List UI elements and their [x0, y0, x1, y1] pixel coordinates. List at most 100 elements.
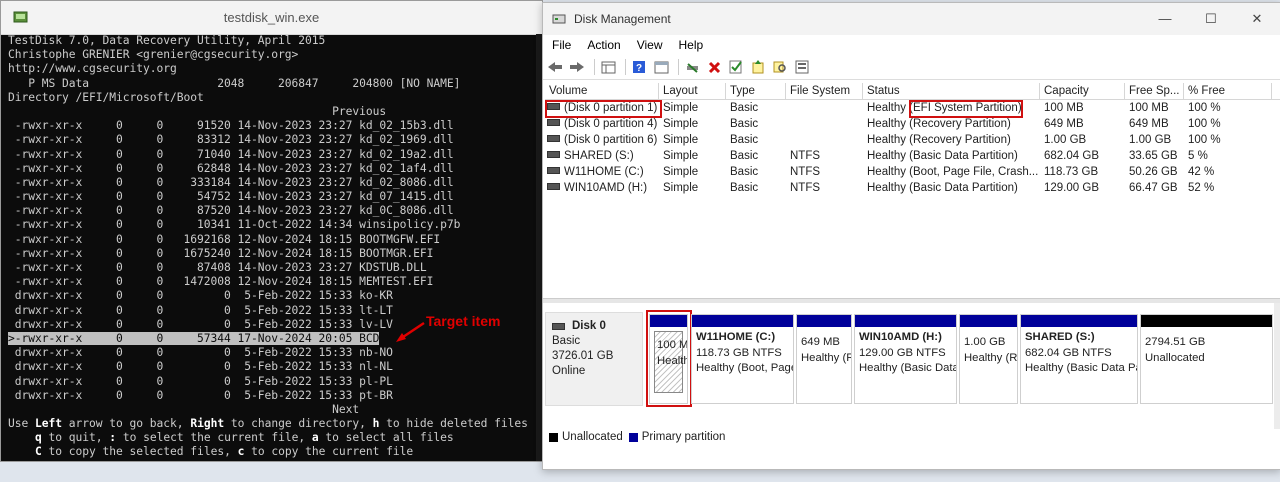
testdisk-terminal[interactable]: TestDisk 7.0, Data Recovery Utility, Apr…	[1, 34, 542, 461]
menu-view[interactable]: View	[637, 38, 663, 52]
volume-row[interactable]: (Disk 0 partition 6) Simple Basic Healthy (…	[545, 132, 1280, 148]
new-volume-icon[interactable]	[749, 58, 767, 76]
terminal-line[interactable]: drwxr-xr-x 0 0 0 5-Feb-2022 15:33 ko-KR	[8, 289, 542, 303]
col-volume[interactable]: Volume	[545, 83, 659, 99]
partition-shared-status: Healthy (Basic Data Partition)	[1025, 362, 1137, 374]
help-text	[8, 431, 35, 444]
help-text: to copy the current file	[244, 445, 414, 459]
col-status[interactable]: Status	[863, 83, 1040, 99]
cell-type: Basic	[730, 182, 759, 194]
partition-recovery-6-size: 1.00 GB	[964, 336, 1006, 348]
volume-icon	[547, 151, 560, 159]
partition-recovery-4-status: Healthy (Recovery Partition)	[801, 351, 851, 364]
terminal-line-selected[interactable]: >-rwxr-xr-x 0 0 57344 17-Nov-2024 20:05 …	[8, 331, 542, 346]
terminal-line: http://www.cgsecurity.org	[8, 62, 177, 76]
cell-file-system: NTFS	[790, 182, 821, 194]
terminal-line[interactable]: -rwxr-xr-x 0 0 87408 14-Nov-2023 23:27 K…	[8, 261, 542, 275]
col-file-system[interactable]: File System	[786, 83, 863, 99]
graphical-disk-view: Disk 0 Basic 3726.01 GB Online 100 MB He…	[545, 305, 1273, 425]
dm-toolbar: ?	[543, 55, 1280, 80]
menu-help[interactable]: Help	[679, 38, 704, 52]
disk-type: Basic	[552, 335, 581, 347]
maximize-button[interactable]: ☐	[1188, 3, 1234, 35]
cell-percent-free: 100 %	[1188, 118, 1221, 130]
terminal-line: TestDisk 7.0, Data Recovery Utility, Apr…	[8, 34, 326, 47]
properties-pane-icon[interactable]	[652, 58, 670, 76]
terminal-line[interactable]: -rwxr-xr-x 0 0 1692168 12-Nov-2024 18:15…	[8, 233, 542, 247]
cell-file-system	[786, 100, 863, 116]
col-capacity[interactable]: Capacity	[1040, 83, 1125, 99]
partition-efi[interactable]: 100 MB Healthy (EFI System Partition)	[649, 314, 688, 404]
partition-w11home[interactable]: W11HOME (C:) 118.73 GB NTFS Healthy (Boo…	[691, 314, 794, 404]
cell-free-space: 100 MB	[1129, 102, 1169, 114]
cell-type: Basic	[730, 166, 759, 178]
terminal-line[interactable]: drwxr-xr-x 0 0 0 5-Feb-2022 15:33 nl-NL	[8, 360, 542, 374]
connect-disk-icon[interactable]	[683, 58, 701, 76]
terminal-line[interactable]: -rwxr-xr-x 0 0 83312 14-Nov-2023 23:27 k…	[8, 133, 542, 147]
cell-free-space: 33.65 GB	[1129, 150, 1178, 162]
terminal-line[interactable]: -rwxr-xr-x 0 0 10341 11-Oct-2022 14:34 w…	[8, 218, 542, 232]
cell-percent-free: 42 %	[1188, 166, 1215, 178]
terminal-line: P MS Data 2048 206847 204800 [NO NAME]	[8, 76, 461, 90]
cell-type: Basic	[730, 102, 759, 114]
partition-recovery-6[interactable]: 1.00 GB Healthy (Recovery Partition)	[959, 314, 1018, 404]
terminal-line[interactable]: drwxr-xr-x 0 0 0 5-Feb-2022 15:33 pl-PL	[8, 375, 542, 389]
volume-row[interactable]: SHARED (S:) Simple Basic NTFS Healthy (Basic…	[545, 148, 1280, 164]
volume-icon	[547, 103, 560, 111]
terminal-line[interactable]: -rwxr-xr-x 0 0 87520 14-Nov-2023 23:27 k…	[8, 204, 542, 218]
help-icon[interactable]: ?	[630, 58, 648, 76]
disk-name: Disk 0	[572, 320, 606, 332]
terminal-line[interactable]: -rwxr-xr-x 0 0 62848 14-Nov-2023 23:27 k…	[8, 162, 542, 176]
volume-name: WIN10AMD (H:)	[564, 182, 648, 194]
graphical-view-scrollbar[interactable]	[1274, 303, 1280, 429]
volume-icon	[547, 135, 560, 143]
cell-file-system	[786, 116, 863, 132]
terminal-line[interactable]: -rwxr-xr-x 0 0 54752 14-Nov-2023 23:27 k…	[8, 190, 542, 204]
terminal-line[interactable]: drwxr-xr-x 0 0 0 5-Feb-2022 15:33 nb-NO	[8, 346, 542, 360]
help-key: Left	[35, 417, 63, 431]
volume-row[interactable]: W11HOME (C:) Simple Basic NTFS Healthy (Boot…	[545, 164, 1280, 180]
partition-win10amd[interactable]: WIN10AMD (H:) 129.00 GB NTFS Healthy (Ba…	[854, 314, 957, 404]
close-button[interactable]: ✕	[1234, 3, 1280, 35]
menu-file[interactable]: File	[552, 38, 571, 52]
testdisk-window: testdisk_win.exe TestDisk 7.0, Data Reco…	[0, 0, 543, 462]
help-key: C	[35, 445, 42, 459]
search-disk-icon[interactable]	[771, 58, 789, 76]
partition-recovery-6-status: Healthy (Recovery Partition)	[964, 351, 1018, 364]
back-arrow-icon[interactable]	[546, 58, 564, 76]
col-type[interactable]: Type	[726, 83, 786, 99]
menu-action[interactable]: Action	[587, 38, 620, 52]
terminal-line[interactable]: -rwxr-xr-x 0 0 1472008 12-Nov-2024 18:15…	[8, 275, 542, 289]
console-tree-icon[interactable]	[599, 58, 617, 76]
partition-shared[interactable]: SHARED (S:) 682.04 GB NTFS Healthy (Basi…	[1020, 314, 1138, 404]
col-layout[interactable]: Layout	[659, 83, 726, 99]
pane-splitter[interactable]	[543, 298, 1280, 303]
terminal-line[interactable]: -rwxr-xr-x 0 0 1675240 12-Nov-2024 18:15…	[8, 247, 542, 261]
volume-row[interactable]: (Disk 0 partition 4) Simple Basic Healthy (…	[545, 116, 1280, 132]
dm-window-title: Disk Management	[574, 12, 671, 26]
terminal-line[interactable]: -rwxr-xr-x 0 0 91520 14-Nov-2023 23:27 k…	[8, 119, 542, 133]
minimize-button[interactable]: —	[1142, 3, 1188, 35]
terminal-line[interactable]: drwxr-xr-x 0 0 0 5-Feb-2022 15:33 pt-BR	[8, 389, 542, 403]
help-text: to select all files	[318, 431, 454, 445]
testdisk-window-title: testdisk_win.exe	[223, 10, 320, 25]
terminal-line[interactable]: -rwxr-xr-x 0 0 71040 14-Nov-2023 23:27 k…	[8, 148, 542, 162]
disk-0-label[interactable]: Disk 0 Basic 3726.01 GB Online	[545, 312, 643, 406]
cell-status: Healthy (Basic Data Partition)	[867, 150, 1018, 162]
cell-status: Healthy (Basic Data Partition)	[867, 182, 1018, 194]
dm-menubar: File Action View Help	[543, 35, 1280, 55]
volume-row[interactable]: WIN10AMD (H:) Simple Basic NTFS Healthy (Bas…	[545, 180, 1280, 196]
forward-arrow-icon[interactable]	[568, 58, 586, 76]
cell-volume: (Disk 0 partition 4)	[545, 116, 659, 132]
col-free-space[interactable]: Free Sp...	[1125, 83, 1184, 99]
delete-icon[interactable]	[705, 58, 723, 76]
view-options-icon[interactable]	[793, 58, 811, 76]
cell-file-system	[786, 132, 863, 148]
volume-row[interactable]: (Disk 0 partition 1) Simple Basic Healthy (…	[545, 100, 1280, 116]
col-percent-free[interactable]: % Free	[1184, 83, 1272, 99]
terminal-line[interactable]: -rwxr-xr-x 0 0 333184 14-Nov-2023 23:27 …	[8, 176, 542, 190]
check-disk-icon[interactable]	[727, 58, 745, 76]
partition-recovery-4[interactable]: 649 MB Healthy (Recovery Partition)	[796, 314, 852, 404]
cell-status: Healthy (Recovery Partition)	[867, 118, 1011, 130]
partition-unallocated[interactable]: 2794.51 GB Unallocated	[1140, 314, 1273, 404]
